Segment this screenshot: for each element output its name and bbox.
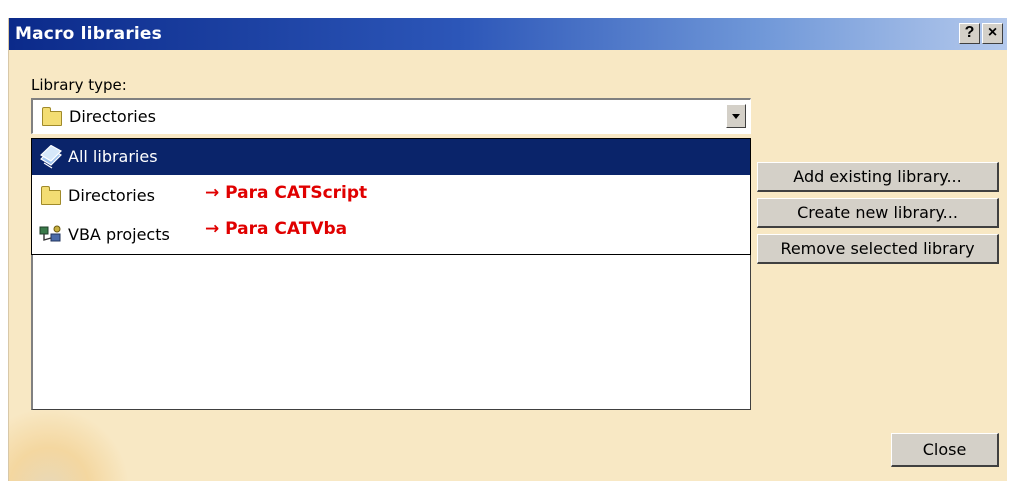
dropdown-item-all-libraries[interactable]: All libraries: [32, 139, 750, 175]
dropdown-item-label: All libraries: [68, 147, 158, 166]
catscript-annotation: → Para CATScript: [205, 183, 368, 203]
library-type-select[interactable]: Directories: [31, 98, 751, 134]
create-new-library-button[interactable]: Create new library...: [757, 198, 999, 228]
dropdown-item-vba-projects[interactable]: VBA projects: [32, 217, 750, 253]
dropdown-item-directories[interactable]: Directories: [32, 178, 750, 214]
all-libraries-icon: [40, 145, 62, 169]
dialog-title: Macro libraries: [15, 24, 162, 44]
add-existing-library-button[interactable]: Add existing library...: [757, 162, 999, 192]
close-window-button[interactable]: ×: [982, 23, 1003, 44]
library-type-label: Library type:: [31, 76, 127, 94]
library-type-dropdown-list[interactable]: All libraries Directories VBA projects: [31, 138, 751, 255]
macro-libraries-dialog: Macro libraries ? × Library type: Direct…: [8, 18, 1007, 481]
dropdown-item-label: Directories: [68, 186, 155, 205]
catvba-annotation: → Para CATVba: [205, 219, 348, 239]
dropdown-arrow-button[interactable]: [726, 104, 746, 128]
remove-selected-library-button[interactable]: Remove selected library: [757, 234, 999, 264]
folder-icon: [41, 186, 61, 205]
title-bar[interactable]: Macro libraries ? ×: [9, 18, 1007, 50]
vba-projects-icon: [39, 225, 61, 242]
close-button[interactable]: Close: [891, 433, 999, 467]
help-button[interactable]: ?: [959, 23, 980, 44]
dropdown-item-label: VBA projects: [68, 225, 170, 244]
library-type-value: Directories: [69, 107, 156, 126]
folder-icon: [42, 107, 62, 126]
